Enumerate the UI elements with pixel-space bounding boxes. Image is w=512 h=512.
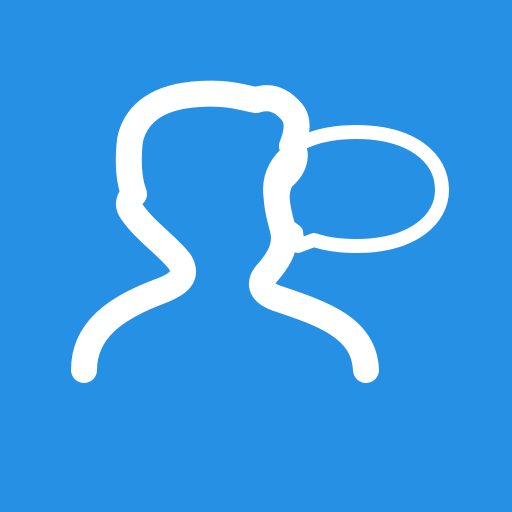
person-speech-bubble-icon <box>71 80 449 383</box>
speech-bubble-outline <box>263 125 449 253</box>
app-icon[interactable] <box>0 0 512 512</box>
